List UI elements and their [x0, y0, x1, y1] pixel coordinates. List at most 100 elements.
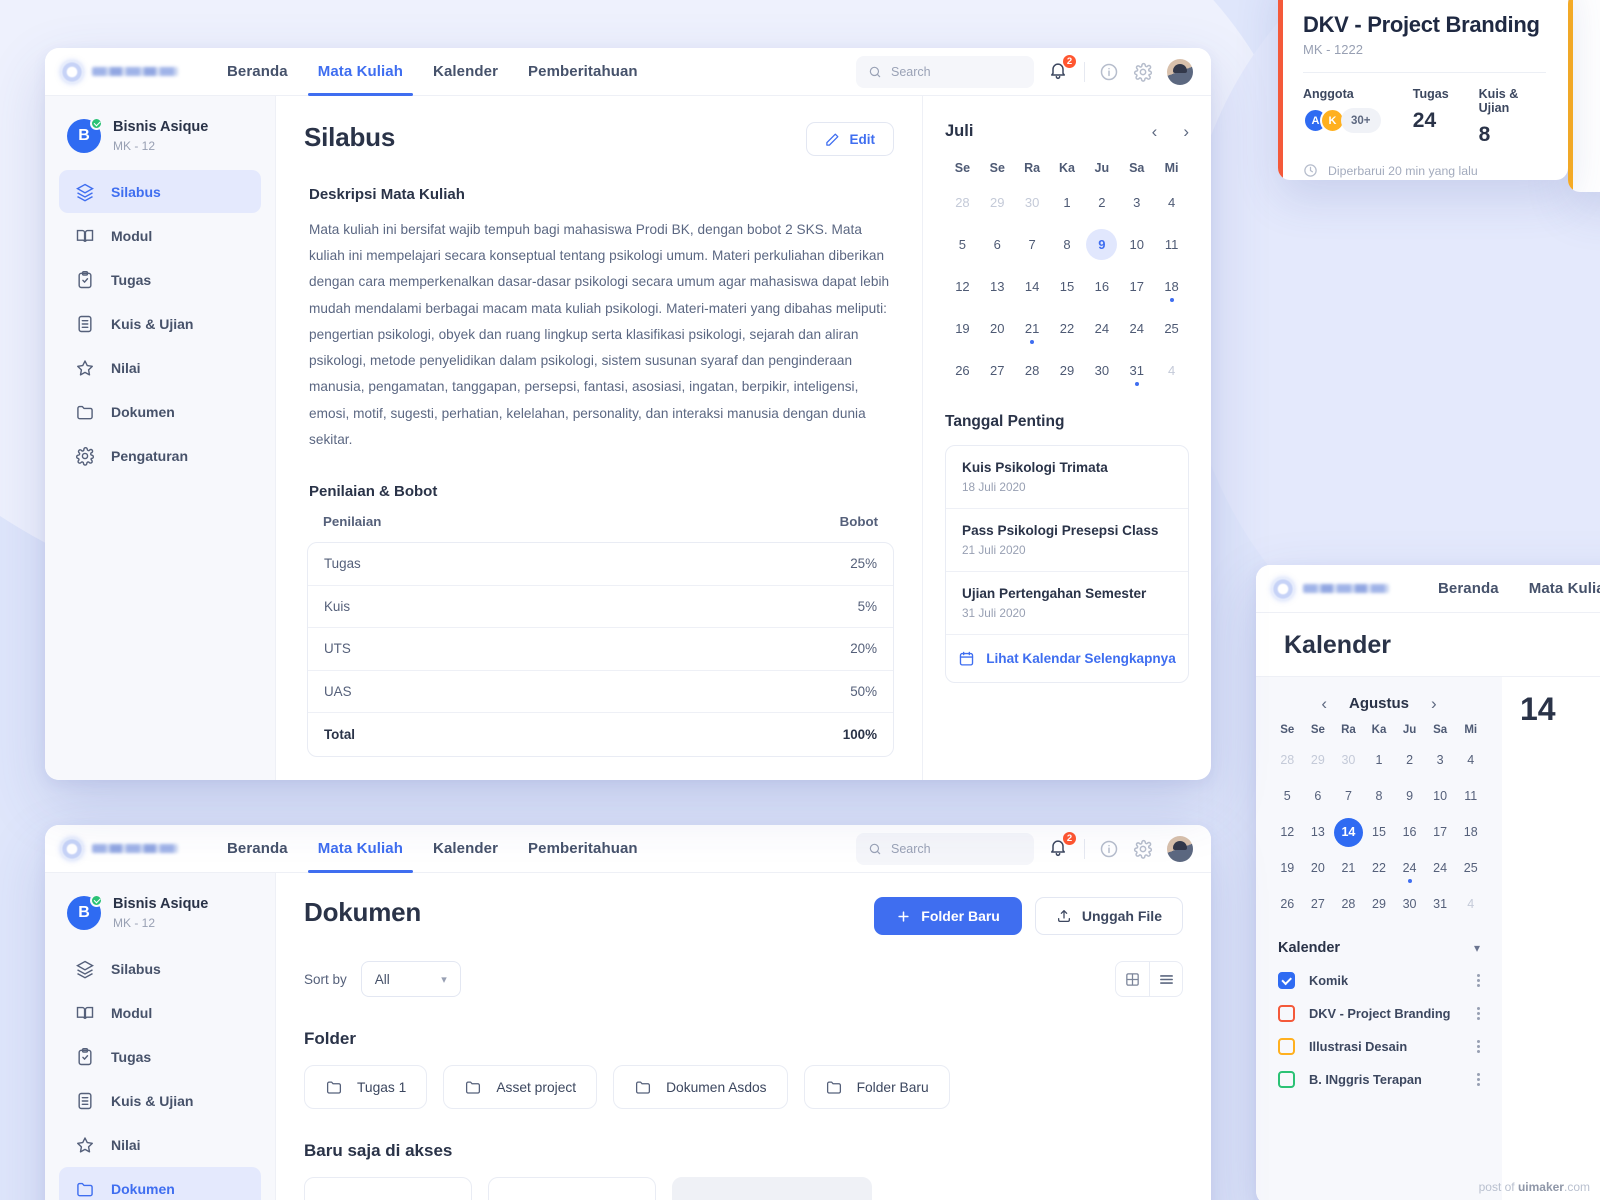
calendar-day[interactable]: 25 [1455, 850, 1486, 886]
nav-item-mata-kuliah[interactable]: Mata Kuliah [1529, 565, 1600, 612]
user-avatar[interactable] [1167, 58, 1193, 85]
project-branding-card[interactable]: DKV - Project Branding MK - 1222 Anggota… [1278, 0, 1568, 180]
calendar-day[interactable]: 31 [1119, 349, 1154, 391]
calendar-list-item[interactable]: Komik [1272, 964, 1486, 997]
calendar-day[interactable]: 17 [1425, 814, 1456, 850]
calendar-checkbox[interactable] [1278, 1038, 1295, 1055]
nav-item-beranda[interactable]: Beranda [227, 825, 288, 872]
calendar-day[interactable]: 27 [980, 349, 1015, 391]
important-date-row[interactable]: Ujian Pertengahan Semester 31 Juli 2020 [946, 572, 1188, 635]
calendar-day[interactable]: 29 [980, 181, 1015, 223]
next-month-button[interactable]: › [1183, 123, 1189, 140]
calendar-day[interactable]: 16 [1394, 814, 1425, 850]
calendar-day[interactable]: 11 [1455, 778, 1486, 814]
calendar-day[interactable]: 16 [1084, 265, 1119, 307]
important-date-row[interactable]: Pass Psikologi Presepsi Class 21 Juli 202… [946, 509, 1188, 572]
calendar-day[interactable]: 29 [1303, 742, 1334, 778]
calendar-day[interactable]: 18 [1154, 265, 1189, 307]
calendar-day[interactable]: 6 [1303, 778, 1334, 814]
recent-file-card[interactable] [488, 1177, 656, 1200]
important-date-row[interactable]: Kuis Psikologi Trimata 18 Juli 2020 [946, 446, 1188, 509]
nav-item-beranda[interactable]: Beranda [227, 48, 288, 95]
nav-item-kalender[interactable]: Kalender [433, 48, 498, 95]
sidebar-item-kuis-ujian[interactable]: Kuis & Ujian [59, 302, 261, 345]
sort-select[interactable]: All ▾ [360, 961, 461, 997]
sidebar-item-dokumen[interactable]: Dokumen [59, 1167, 261, 1200]
calendar-day[interactable]: 20 [980, 307, 1015, 349]
nav-item-kalender[interactable]: Kalender [433, 825, 498, 872]
info-icon[interactable] [1099, 62, 1119, 82]
calendar-day[interactable]: 6 [980, 223, 1015, 265]
nav-item-pemberitahuan[interactable]: Pemberitahuan [528, 825, 638, 872]
calendar-day[interactable]: 3 [1119, 181, 1154, 223]
calendar-day[interactable]: 5 [1272, 778, 1303, 814]
folder-card[interactable]: Folder Baru [803, 1065, 950, 1109]
calendar-checkbox[interactable] [1278, 1005, 1295, 1022]
calendar-day[interactable]: 29 [1050, 349, 1085, 391]
calendar-list-header[interactable]: Kalender ▾ [1278, 940, 1480, 956]
calendar-day[interactable]: 15 [1050, 265, 1085, 307]
day-timeline[interactable]: 1 am 2 am 3 am 4 am 5 am 6 am 7 am 9 am 10 am 11 … [1596, 693, 1600, 1200]
sidebar-item-modul[interactable]: Modul [59, 991, 261, 1034]
prev-month-button[interactable]: ‹ [1152, 123, 1158, 140]
calendar-list-item[interactable]: B. INggris Terapan [1272, 1063, 1486, 1096]
calendar-day[interactable]: 24 [1084, 307, 1119, 349]
more-options-icon[interactable] [1477, 1007, 1480, 1020]
nav-item-mata-kuliah[interactable]: Mata Kuliah [307, 825, 414, 873]
calendar-list-item[interactable]: Illustrasi Desain [1272, 1030, 1486, 1063]
calendar-checkbox[interactable] [1278, 972, 1295, 989]
calendar-day[interactable]: 7 [1333, 778, 1364, 814]
sidebar-item-silabus[interactable]: Silabus [59, 170, 261, 214]
sidebar-item-modul[interactable]: Modul [59, 214, 261, 257]
calendar-day[interactable]: 30 [1394, 886, 1425, 922]
calendar-day[interactable]: 20 [1303, 850, 1334, 886]
calendar-day[interactable]: 28 [1015, 349, 1050, 391]
sidebar-item-tugas[interactable]: Tugas [59, 258, 261, 301]
calendar-day[interactable]: 24 [1119, 307, 1154, 349]
sidebar-item-nilai[interactable]: Nilai [59, 1123, 261, 1166]
calendar-day[interactable]: 30 [1015, 181, 1050, 223]
calendar-checkbox[interactable] [1278, 1071, 1295, 1088]
view-full-calendar-button[interactable]: Lihat Kalendar Selengkapnya [946, 635, 1188, 682]
gear-icon[interactable] [1133, 62, 1153, 82]
calendar-day[interactable]: 24 [1425, 850, 1456, 886]
upload-file-button[interactable]: Unggah File [1034, 897, 1183, 935]
calendar-day[interactable]: 31 [1425, 886, 1456, 922]
notifications-button[interactable]: 2 [1048, 53, 1077, 84]
calendar-day[interactable]: 4 [1154, 349, 1189, 391]
calendar-day[interactable]: 10 [1119, 223, 1154, 265]
calendar-day[interactable]: 11 [1154, 223, 1189, 265]
chevron-down-icon[interactable]: ▾ [1474, 941, 1480, 955]
recent-file-card[interactable] [304, 1177, 472, 1200]
sidebar-item-kuis-ujian[interactable]: Kuis & Ujian [59, 1079, 261, 1122]
calendar-day[interactable]: 7 [1015, 223, 1050, 265]
calendar-day[interactable]: 4 [1455, 742, 1486, 778]
calendar-day[interactable]: 21 [1015, 307, 1050, 349]
calendar-day[interactable]: 14 [1015, 265, 1050, 307]
calendar-day[interactable]: 3 [1425, 742, 1456, 778]
more-options-icon[interactable] [1477, 1040, 1480, 1053]
calendar-day[interactable]: 30 [1084, 349, 1119, 391]
edit-button[interactable]: Edit [805, 122, 894, 156]
folder-card[interactable]: Tugas 1 [304, 1065, 428, 1109]
calendar-day[interactable]: 28 [1333, 886, 1364, 922]
calendar-day[interactable]: 19 [1272, 850, 1303, 886]
calendar-day[interactable]: 15 [1364, 814, 1395, 850]
calendar-day[interactable]: 2 [1394, 742, 1425, 778]
calendar-day[interactable]: 8 [1050, 223, 1085, 265]
calendar-day[interactable]: 12 [945, 265, 980, 307]
calendar-day[interactable]: 13 [1303, 814, 1334, 850]
calendar-day[interactable]: 17 [1119, 265, 1154, 307]
folder-card[interactable]: Dokumen Asdos [613, 1065, 788, 1109]
calendar-day[interactable]: 27 [1303, 886, 1334, 922]
calendar-day[interactable]: 4 [1455, 886, 1486, 922]
app-logo[interactable] [1272, 577, 1420, 600]
calendar-day[interactable]: 1 [1050, 181, 1085, 223]
grid-view-button[interactable] [1116, 962, 1149, 996]
calendar-day[interactable]: 14 [1333, 814, 1364, 850]
app-logo[interactable] [61, 837, 209, 860]
list-view-button[interactable] [1149, 962, 1182, 996]
calendar-day[interactable]: 29 [1364, 886, 1395, 922]
calendar-day[interactable]: 22 [1050, 307, 1085, 349]
sidebar-item-silabus[interactable]: Silabus [59, 947, 261, 990]
